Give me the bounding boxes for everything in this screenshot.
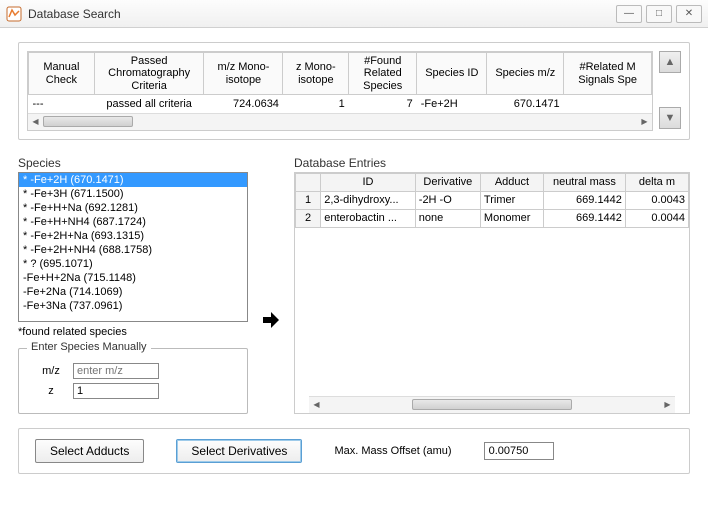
species-label: Species [18,156,248,170]
db-col-rownum [296,173,321,191]
close-button[interactable]: ✕ [676,5,702,23]
db-hscrollbar[interactable]: ◀ ▶ [309,396,675,413]
scroll-thumb[interactable] [412,399,572,410]
mz-input[interactable] [73,363,159,379]
species-item[interactable]: -Fe+H+2Na (715.1148) [19,271,247,285]
row-down-button[interactable]: ▼ [659,107,681,129]
col-z-mono: z Mono-isotope [283,53,349,95]
results-table[interactable]: Manual Check Passed Chromatography Crite… [27,51,653,131]
species-item[interactable]: * -Fe+2H+NH4 (688.1758) [19,243,247,257]
scroll-right-icon[interactable]: ▶ [660,397,675,412]
db-row[interactable]: 2enterobactin ...noneMonomer669.14420.00… [296,209,689,227]
arrow-right-icon [261,310,281,330]
col-related: #Related M Signals Spe [564,53,652,95]
db-label: Database Entries [294,156,690,170]
row-up-button[interactable]: ▲ [659,51,681,73]
db-row[interactable]: 12,3-dihydroxy...-2H -OTrimer669.14420.0… [296,191,689,209]
window-title: Database Search [28,7,121,21]
db-col-id: ID [321,173,416,191]
bottom-toolbar: Select Adducts Select Derivatives Max. M… [18,428,690,474]
select-derivatives-button[interactable]: Select Derivatives [176,439,302,463]
maximize-button[interactable]: □ [646,5,672,23]
species-listbox[interactable]: * -Fe+2H (670.1471)* -Fe+3H (671.1500)* … [18,172,248,322]
species-item[interactable]: * -Fe+H+Na (692.1281) [19,201,247,215]
titlebar: Database Search — □ ✕ [0,0,708,28]
db-col-adduct: Adduct [480,173,543,191]
species-item[interactable]: * ? (695.1071) [19,257,247,271]
results-hscrollbar[interactable]: ◀ ▶ [28,113,652,130]
species-item[interactable]: * -Fe+H+NH4 (687.1724) [19,215,247,229]
manual-entry-legend: Enter Species Manually [27,341,151,353]
db-col-deriv: Derivative [415,173,480,191]
z-input[interactable] [73,383,159,399]
species-item[interactable]: * -Fe+3H (671.1500) [19,187,247,201]
scroll-left-icon[interactable]: ◀ [28,114,43,129]
col-passed-criteria: Passed Chromatography Criteria [94,53,204,95]
species-item[interactable]: * -Fe+2H (670.1471) [19,173,247,187]
table-row[interactable]: --- passed all criteria 724.0634 1 7 -Fe… [29,95,652,113]
arrow-down-icon: ▼ [665,112,676,124]
mz-label: m/z [29,365,73,377]
species-item[interactable]: * -Fe+2H+Na (693.1315) [19,229,247,243]
db-table[interactable]: ID Derivative Adduct neutral mass delta … [294,172,690,414]
db-col-mass: neutral mass [543,173,625,191]
select-adducts-button[interactable]: Select Adducts [35,439,144,463]
arrow-up-icon: ▲ [665,56,676,68]
col-species-mz: Species m/z [487,53,564,95]
arrow-divider [258,156,284,414]
col-manual-check: Manual Check [29,53,95,95]
col-nfound: #Found Related Species [349,53,417,95]
manual-entry-group: Enter Species Manually m/z z [18,348,248,414]
top-panel: Manual Check Passed Chromatography Crite… [18,42,690,140]
minimize-button[interactable]: — [616,5,642,23]
species-item[interactable]: -Fe+2Na (714.1069) [19,285,247,299]
col-mz-mono: m/z Mono-isotope [204,53,283,95]
z-label: z [29,385,73,397]
offset-input[interactable] [484,442,554,460]
offset-label: Max. Mass Offset (amu) [334,445,451,457]
db-col-dm: delta m [625,173,688,191]
species-footnote: *found related species [18,326,248,338]
scroll-right-icon[interactable]: ▶ [637,114,652,129]
scroll-thumb[interactable] [43,116,133,127]
app-icon [6,6,22,22]
species-item[interactable]: -Fe+3Na (737.0961) [19,299,247,313]
col-species-id: Species ID [417,53,487,95]
scroll-left-icon[interactable]: ◀ [309,397,324,412]
